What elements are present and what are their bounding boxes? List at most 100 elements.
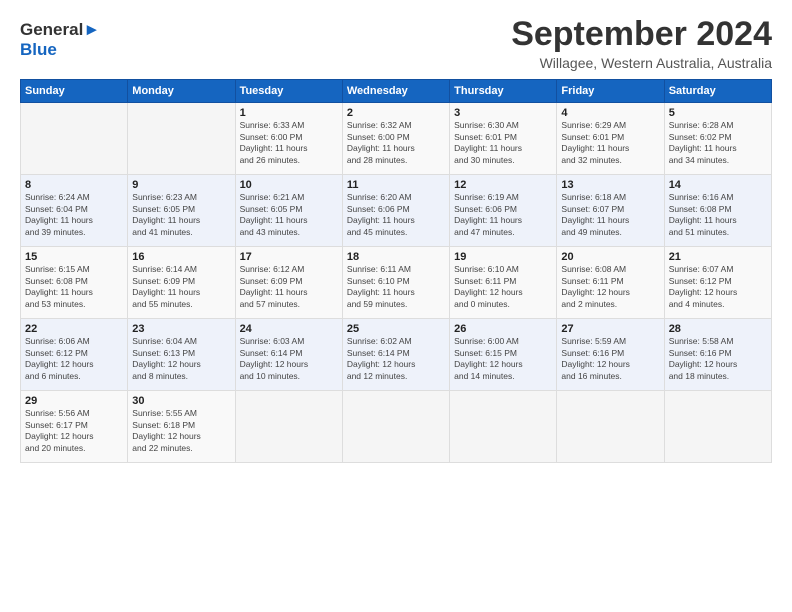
day-number: 3 [454, 107, 552, 119]
day-info: Sunrise: 6:14 AM Sunset: 6:09 PM Dayligh… [132, 264, 230, 310]
calendar-week-row: 22Sunrise: 6:06 AM Sunset: 6:12 PM Dayli… [21, 319, 772, 391]
table-row: 22Sunrise: 6:06 AM Sunset: 6:12 PM Dayli… [21, 319, 128, 391]
table-row: 13Sunrise: 6:18 AM Sunset: 6:07 PM Dayli… [557, 175, 664, 247]
day-info: Sunrise: 6:19 AM Sunset: 6:06 PM Dayligh… [454, 192, 552, 238]
table-row: 19Sunrise: 6:10 AM Sunset: 6:11 PM Dayli… [450, 247, 557, 319]
day-number: 20 [561, 251, 659, 263]
day-number: 26 [454, 323, 552, 335]
day-number: 14 [669, 179, 767, 191]
day-info: Sunrise: 6:12 AM Sunset: 6:09 PM Dayligh… [240, 264, 338, 310]
day-info: Sunrise: 5:56 AM Sunset: 6:17 PM Dayligh… [25, 408, 123, 454]
day-number: 29 [25, 395, 123, 407]
day-info: Sunrise: 6:28 AM Sunset: 6:02 PM Dayligh… [669, 120, 767, 166]
day-number: 16 [132, 251, 230, 263]
day-info: Sunrise: 6:04 AM Sunset: 6:13 PM Dayligh… [132, 336, 230, 382]
day-info: Sunrise: 6:23 AM Sunset: 6:05 PM Dayligh… [132, 192, 230, 238]
day-number: 30 [132, 395, 230, 407]
header-sunday: Sunday [21, 80, 128, 103]
logo-blue-line: Blue [20, 40, 100, 60]
day-number: 5 [669, 107, 767, 119]
day-info: Sunrise: 6:16 AM Sunset: 6:08 PM Dayligh… [669, 192, 767, 238]
day-info: Sunrise: 5:55 AM Sunset: 6:18 PM Dayligh… [132, 408, 230, 454]
day-info: Sunrise: 6:32 AM Sunset: 6:00 PM Dayligh… [347, 120, 445, 166]
day-number: 22 [25, 323, 123, 335]
day-info: Sunrise: 6:30 AM Sunset: 6:01 PM Dayligh… [454, 120, 552, 166]
table-row: 9Sunrise: 6:23 AM Sunset: 6:05 PM Daylig… [128, 175, 235, 247]
table-row [21, 103, 128, 175]
calendar-body: 1Sunrise: 6:33 AM Sunset: 6:00 PM Daylig… [21, 103, 772, 463]
table-row: 12Sunrise: 6:19 AM Sunset: 6:06 PM Dayli… [450, 175, 557, 247]
day-info: Sunrise: 6:07 AM Sunset: 6:12 PM Dayligh… [669, 264, 767, 310]
table-row: 14Sunrise: 6:16 AM Sunset: 6:08 PM Dayli… [664, 175, 771, 247]
table-row [235, 391, 342, 463]
day-number: 17 [240, 251, 338, 263]
day-info: Sunrise: 6:03 AM Sunset: 6:14 PM Dayligh… [240, 336, 338, 382]
day-number: 15 [25, 251, 123, 263]
day-number: 21 [669, 251, 767, 263]
logo: General► Blue [20, 20, 100, 59]
logo-general: General► [20, 20, 100, 40]
table-row: 27Sunrise: 5:59 AM Sunset: 6:16 PM Dayli… [557, 319, 664, 391]
day-info: Sunrise: 5:58 AM Sunset: 6:16 PM Dayligh… [669, 336, 767, 382]
day-info: Sunrise: 6:29 AM Sunset: 6:01 PM Dayligh… [561, 120, 659, 166]
table-row: 2Sunrise: 6:32 AM Sunset: 6:00 PM Daylig… [342, 103, 449, 175]
table-row: 8Sunrise: 6:24 AM Sunset: 6:04 PM Daylig… [21, 175, 128, 247]
day-info: Sunrise: 6:00 AM Sunset: 6:15 PM Dayligh… [454, 336, 552, 382]
table-row: 11Sunrise: 6:20 AM Sunset: 6:06 PM Dayli… [342, 175, 449, 247]
table-row: 15Sunrise: 6:15 AM Sunset: 6:08 PM Dayli… [21, 247, 128, 319]
calendar-week-row: 8Sunrise: 6:24 AM Sunset: 6:04 PM Daylig… [21, 175, 772, 247]
table-row: 29Sunrise: 5:56 AM Sunset: 6:17 PM Dayli… [21, 391, 128, 463]
header-row: Sunday Monday Tuesday Wednesday Thursday… [21, 80, 772, 103]
calendar-table: Sunday Monday Tuesday Wednesday Thursday… [20, 79, 772, 463]
header-saturday: Saturday [664, 80, 771, 103]
table-row: 21Sunrise: 6:07 AM Sunset: 6:12 PM Dayli… [664, 247, 771, 319]
day-info: Sunrise: 6:33 AM Sunset: 6:00 PM Dayligh… [240, 120, 338, 166]
day-number: 2 [347, 107, 445, 119]
table-row: 30Sunrise: 5:55 AM Sunset: 6:18 PM Dayli… [128, 391, 235, 463]
table-row [342, 391, 449, 463]
table-row: 3Sunrise: 6:30 AM Sunset: 6:01 PM Daylig… [450, 103, 557, 175]
table-row: 16Sunrise: 6:14 AM Sunset: 6:09 PM Dayli… [128, 247, 235, 319]
month-title: September 2024 [511, 16, 772, 53]
table-row: 4Sunrise: 6:29 AM Sunset: 6:01 PM Daylig… [557, 103, 664, 175]
day-number: 1 [240, 107, 338, 119]
calendar-week-row: 1Sunrise: 6:33 AM Sunset: 6:00 PM Daylig… [21, 103, 772, 175]
day-number: 9 [132, 179, 230, 191]
day-info: Sunrise: 5:59 AM Sunset: 6:16 PM Dayligh… [561, 336, 659, 382]
table-row: 26Sunrise: 6:00 AM Sunset: 6:15 PM Dayli… [450, 319, 557, 391]
day-info: Sunrise: 6:10 AM Sunset: 6:11 PM Dayligh… [454, 264, 552, 310]
day-info: Sunrise: 6:11 AM Sunset: 6:10 PM Dayligh… [347, 264, 445, 310]
day-number: 19 [454, 251, 552, 263]
day-info: Sunrise: 6:15 AM Sunset: 6:08 PM Dayligh… [25, 264, 123, 310]
day-number: 12 [454, 179, 552, 191]
table-row: 25Sunrise: 6:02 AM Sunset: 6:14 PM Dayli… [342, 319, 449, 391]
header-monday: Monday [128, 80, 235, 103]
day-info: Sunrise: 6:06 AM Sunset: 6:12 PM Dayligh… [25, 336, 123, 382]
day-number: 13 [561, 179, 659, 191]
table-row [557, 391, 664, 463]
header-wednesday: Wednesday [342, 80, 449, 103]
table-row: 24Sunrise: 6:03 AM Sunset: 6:14 PM Dayli… [235, 319, 342, 391]
day-number: 8 [25, 179, 123, 191]
day-info: Sunrise: 6:20 AM Sunset: 6:06 PM Dayligh… [347, 192, 445, 238]
calendar-week-row: 15Sunrise: 6:15 AM Sunset: 6:08 PM Dayli… [21, 247, 772, 319]
calendar-week-row: 29Sunrise: 5:56 AM Sunset: 6:17 PM Dayli… [21, 391, 772, 463]
day-number: 25 [347, 323, 445, 335]
header-thursday: Thursday [450, 80, 557, 103]
day-info: Sunrise: 6:18 AM Sunset: 6:07 PM Dayligh… [561, 192, 659, 238]
header-tuesday: Tuesday [235, 80, 342, 103]
day-number: 18 [347, 251, 445, 263]
table-row: 20Sunrise: 6:08 AM Sunset: 6:11 PM Dayli… [557, 247, 664, 319]
table-row [664, 391, 771, 463]
logo-blue-text: ► [83, 20, 100, 39]
day-number: 23 [132, 323, 230, 335]
location: Willagee, Western Australia, Australia [511, 55, 772, 71]
day-info: Sunrise: 6:08 AM Sunset: 6:11 PM Dayligh… [561, 264, 659, 310]
table-row: 10Sunrise: 6:21 AM Sunset: 6:05 PM Dayli… [235, 175, 342, 247]
calendar-header: Sunday Monday Tuesday Wednesday Thursday… [21, 80, 772, 103]
title-block: September 2024 Willagee, Western Austral… [511, 16, 772, 71]
day-number: 28 [669, 323, 767, 335]
day-info: Sunrise: 6:02 AM Sunset: 6:14 PM Dayligh… [347, 336, 445, 382]
table-row [128, 103, 235, 175]
table-row: 1Sunrise: 6:33 AM Sunset: 6:00 PM Daylig… [235, 103, 342, 175]
